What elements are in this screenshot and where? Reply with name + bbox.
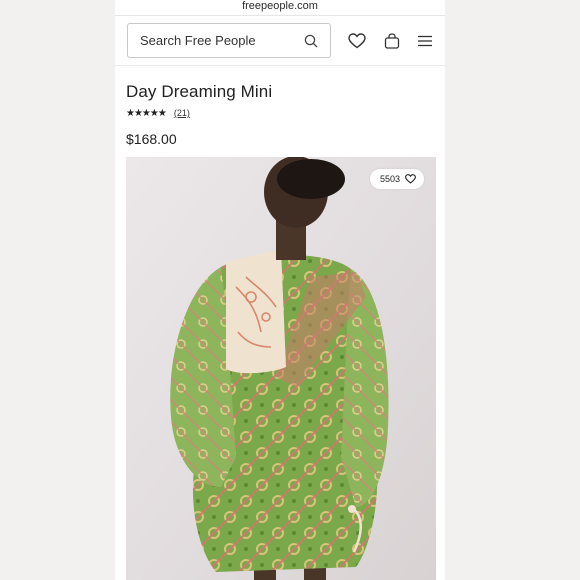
search-input[interactable]: Search Free People [127,23,331,58]
product-info: Day Dreaming Mini ★★★★★ (21) $168.00 [115,66,445,147]
heart-icon[interactable] [348,32,366,49]
backdrop-right [445,0,580,580]
search-placeholder: Search Free People [140,33,256,48]
like-count: 5503 [379,174,400,184]
review-count-link[interactable]: (21) [174,108,190,118]
product-image[interactable]: 5503 [126,157,436,580]
backdrop-left [0,0,115,580]
browser-url[interactable]: freepeople.com [115,0,445,16]
search-icon[interactable] [304,34,318,48]
phone-screen: freepeople.com Search Free People Day Dr… [115,0,445,580]
bag-icon[interactable] [384,32,400,49]
header-icons [348,32,432,49]
rating-row[interactable]: ★★★★★ (21) [126,107,434,119]
site-header: Search Free People [115,16,445,66]
product-title: Day Dreaming Mini [126,82,273,101]
heart-outline-icon [405,174,416,184]
star-rating-icon: ★★★★★ [126,107,167,119]
menu-icon[interactable] [418,35,432,47]
favorite-count-button[interactable]: 5503 [369,169,424,189]
product-price: $168.00 [126,131,177,147]
